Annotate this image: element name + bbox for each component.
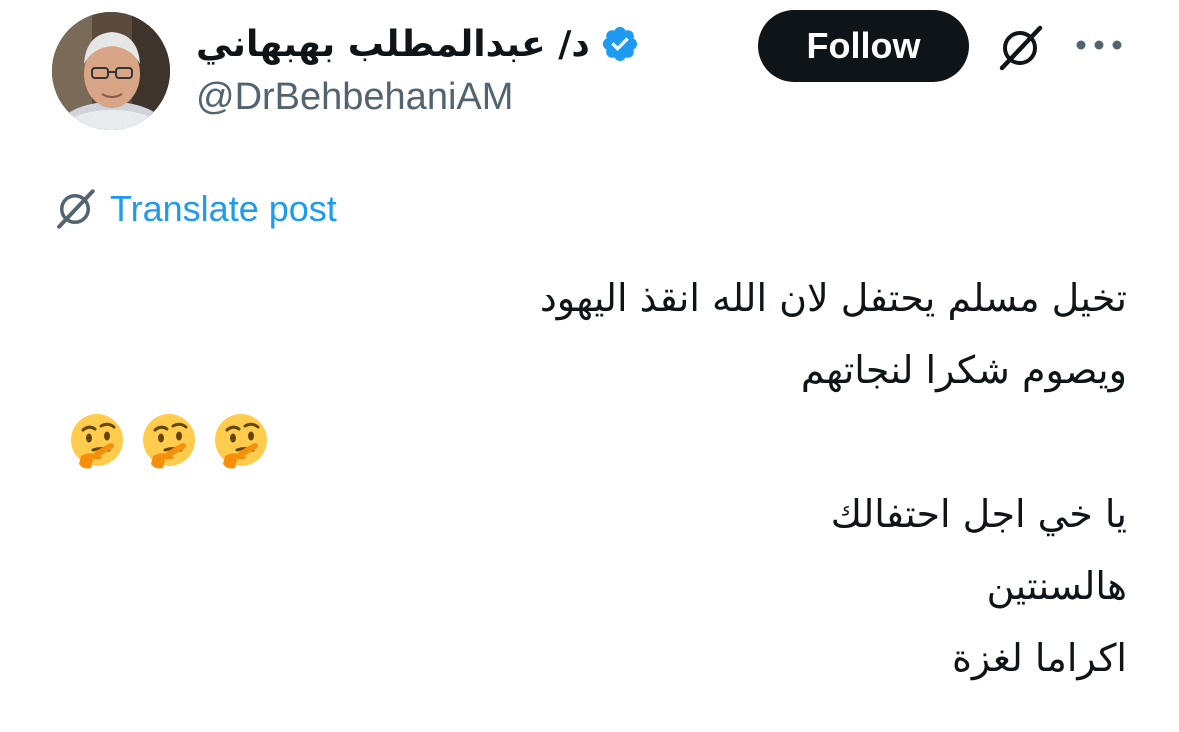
- author-display-name[interactable]: د/ عبدالمطلب بهبهاني: [196, 24, 590, 65]
- author-name-row[interactable]: د/ عبدالمطلب بهبهاني: [196, 18, 640, 70]
- grok-translate-icon: [57, 189, 95, 229]
- thinking-face-emoji-icon: [215, 414, 267, 469]
- translate-post-row[interactable]: Translate post: [52, 184, 337, 234]
- follow-button[interactable]: Follow: [758, 10, 969, 82]
- post-line: تخيل مسلم يحتفل لان الله انقذ اليهود: [539, 276, 1127, 320]
- thinking-face-emoji-icon: [71, 414, 123, 469]
- post-line: يا خي اجل احتفالك: [830, 492, 1127, 536]
- thinking-face-emoji-icon: [143, 414, 195, 469]
- avatar[interactable]: [52, 12, 170, 130]
- post-text: تخيل مسلم يحتفل لان الله انقذ اليهود ويص…: [67, 262, 1127, 694]
- post-header: د/ عبدالمطلب بهبهاني @DrBehbehaniAM Foll…: [0, 0, 1179, 150]
- translate-post-link[interactable]: Translate post: [110, 188, 337, 230]
- post-line: هالسنتين: [986, 564, 1127, 608]
- emoji-line: [67, 406, 1127, 478]
- post-line: ويصوم شكرا لنجاتهم: [800, 348, 1127, 392]
- avatar-image: [52, 12, 170, 130]
- more-icon[interactable]: [1074, 30, 1124, 60]
- post-line: اكراما لغزة: [952, 636, 1127, 680]
- grok-icon[interactable]: [994, 22, 1046, 74]
- verified-badge-icon: [602, 26, 637, 62]
- author-handle[interactable]: @DrBehbehaniAM: [196, 76, 513, 119]
